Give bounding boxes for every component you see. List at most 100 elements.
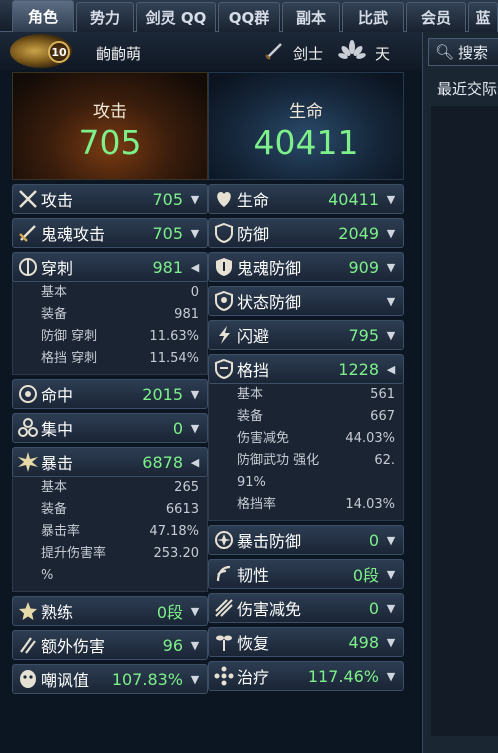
burst-icon xyxy=(17,451,39,473)
recent-contacts-label: 最近交际 xyxy=(437,80,498,98)
expand-arrow-icon[interactable]: ▼ xyxy=(385,534,397,547)
stat-row[interactable]: 攻击 705 ▼ xyxy=(12,184,208,214)
stat-value: 117.46% xyxy=(307,666,379,686)
character-header: 10 齣齣萌 剑士 天 xyxy=(0,32,422,70)
stat-label: 命中 xyxy=(41,386,74,405)
stat-value: 981 xyxy=(152,257,183,277)
stat-row[interactable]: 生命 40411 ▼ xyxy=(208,184,404,214)
tab-qq-group[interactable]: QQ群 xyxy=(218,2,280,32)
detail-row: 装备 981 xyxy=(41,304,199,326)
stat-row[interactable]: 额外伤害 96 ▼ xyxy=(12,630,208,660)
stat-label: 鬼魂攻击 xyxy=(41,225,106,244)
stat-value: 1228 xyxy=(338,359,379,379)
detail-value: 253.20 xyxy=(153,546,200,561)
stat-label: 额外伤害 xyxy=(41,637,106,656)
collapse-arrow-icon[interactable]: ◀ xyxy=(189,261,201,274)
expand-arrow-icon[interactable]: ▼ xyxy=(385,227,397,240)
stat-row[interactable]: 防御 2049 ▼ xyxy=(208,218,404,248)
detail-value: 561 xyxy=(370,387,395,402)
tab-character[interactable]: 角色 xyxy=(12,0,74,32)
stat-row[interactable]: 闪避 795 ▼ xyxy=(208,320,404,350)
expand-arrow-icon[interactable]: ▼ xyxy=(385,193,397,206)
stat-row[interactable]: 集中 0 ▼ xyxy=(12,413,208,443)
expand-arrow-icon[interactable]: ▼ xyxy=(385,636,397,649)
stat-row[interactable]: 伤害减免 0 ▼ xyxy=(208,593,404,623)
tab-blue[interactable]: 蓝 xyxy=(468,2,498,32)
collapse-arrow-icon[interactable]: ◀ xyxy=(189,456,201,469)
heart-icon xyxy=(213,188,235,210)
detail-row: 格挡 穿刺 11.54% xyxy=(41,348,199,370)
block-icon xyxy=(213,358,235,380)
expand-arrow-icon[interactable]: ▼ xyxy=(189,227,201,240)
stat-row[interactable]: 状态防御 ▼ xyxy=(208,286,404,316)
focus-icon xyxy=(17,417,39,439)
stat-row[interactable]: 命中 2015 ▼ xyxy=(12,379,208,409)
detail-label: 伤害减免 xyxy=(237,431,290,446)
hp-summary: 生命 40411 xyxy=(208,72,404,180)
sword-icon xyxy=(265,43,282,60)
detail-value: 14.03% xyxy=(345,497,395,512)
stat-label: 格挡 xyxy=(237,361,270,380)
crossed-swords-icon xyxy=(17,188,39,210)
detail-label: 防御武功 强化 xyxy=(237,453,320,468)
collapse-arrow-icon[interactable]: ◀ xyxy=(385,363,397,376)
detail-row: 暴击率 47.18% xyxy=(41,521,199,543)
expand-arrow-icon[interactable]: ▼ xyxy=(385,295,397,308)
expand-arrow-icon[interactable]: ▼ xyxy=(189,388,201,401)
stat-row[interactable]: 鬼魂防御 909 ▼ xyxy=(208,252,404,282)
stat-row[interactable]: 韧性 0段 ▼ xyxy=(208,559,404,589)
mask-icon xyxy=(17,668,39,690)
tab-faction[interactable]: 势力 xyxy=(76,2,134,32)
stat-row[interactable]: 治疗 117.46% ▼ xyxy=(208,661,404,691)
defense-stats-column: 生命 40411 生命 40411 ▼ 防御 2049 ▼ 鬼魂防御 909 ▼ 状态防御 ▼ 闪避 7… xyxy=(208,72,404,691)
expand-arrow-icon[interactable]: ▼ xyxy=(385,261,397,274)
player-name: 齣齣萌 xyxy=(96,45,142,63)
expand-arrow-icon[interactable]: ▼ xyxy=(189,673,201,686)
search-button[interactable]: 🔍︎ 搜索 xyxy=(428,38,498,66)
expand-arrow-icon[interactable]: ▼ xyxy=(189,605,201,618)
expand-arrow-icon[interactable]: ▼ xyxy=(189,639,201,652)
expand-arrow-icon[interactable]: ▼ xyxy=(189,422,201,435)
expand-arrow-icon[interactable]: ▼ xyxy=(385,670,397,683)
detail-row: 91% xyxy=(237,472,395,494)
stat-row[interactable]: 恢复 498 ▼ xyxy=(208,627,404,657)
detail-value: 44.03% xyxy=(345,431,395,446)
attack-summary: 攻击 705 xyxy=(12,72,208,180)
tenacity-icon xyxy=(213,563,235,585)
tab-member[interactable]: 会员 xyxy=(406,2,466,32)
stat-label: 暴击 xyxy=(41,454,74,473)
detail-value: 667 xyxy=(370,409,395,424)
detail-row: 基本 265 xyxy=(41,477,199,499)
stat-value: 2049 xyxy=(338,223,379,243)
stat-value: 2015 xyxy=(142,384,183,404)
offense-stats-column: 攻击 705 攻击 705 ▼ 鬼魂攻击 705 ▼ 穿刺 981 ◀ 基本 0 装备 981 防御 穿刺… xyxy=(12,72,208,694)
stat-row[interactable]: 暴击防御 0 ▼ xyxy=(208,525,404,555)
contacts-list[interactable] xyxy=(431,106,498,736)
detail-row: 基本 561 xyxy=(237,384,395,406)
detail-label: 装备 xyxy=(237,409,264,424)
shield-icon xyxy=(213,222,235,244)
server-label: 天 xyxy=(375,45,391,63)
stat-label: 集中 xyxy=(41,420,74,439)
detail-value: 0 xyxy=(190,285,199,300)
expand-arrow-icon[interactable]: ▼ xyxy=(385,329,397,342)
stat-row[interactable]: 熟练 0段 ▼ xyxy=(12,596,208,626)
stat-row[interactable]: 鬼魂攻击 705 ▼ xyxy=(12,218,208,248)
stat-row[interactable]: 格挡 1228 ◀ xyxy=(208,354,404,384)
stat-value: 107.83% xyxy=(111,669,183,689)
stat-row[interactable]: 嘲讽值 107.83% ▼ xyxy=(12,664,208,694)
stat-value: 6878 xyxy=(142,452,183,472)
expand-arrow-icon[interactable]: ▼ xyxy=(385,568,397,581)
tab-dungeon[interactable]: 副本 xyxy=(282,2,340,32)
ghost-shield-icon xyxy=(213,256,235,278)
tab-arena[interactable]: 比武 xyxy=(342,2,404,32)
tab-blade-qq[interactable]: 剑灵 QQ xyxy=(136,2,216,32)
stat-value: 40411 xyxy=(328,189,379,209)
detail-label: 91% xyxy=(237,475,266,490)
expand-arrow-icon[interactable]: ▼ xyxy=(189,193,201,206)
stat-row[interactable]: 暴击 6878 ◀ xyxy=(12,447,208,477)
stat-row[interactable]: 穿刺 981 ◀ xyxy=(12,252,208,282)
expand-arrow-icon[interactable]: ▼ xyxy=(385,602,397,615)
lotus-icon xyxy=(338,40,366,59)
bolt-icon xyxy=(17,634,39,656)
